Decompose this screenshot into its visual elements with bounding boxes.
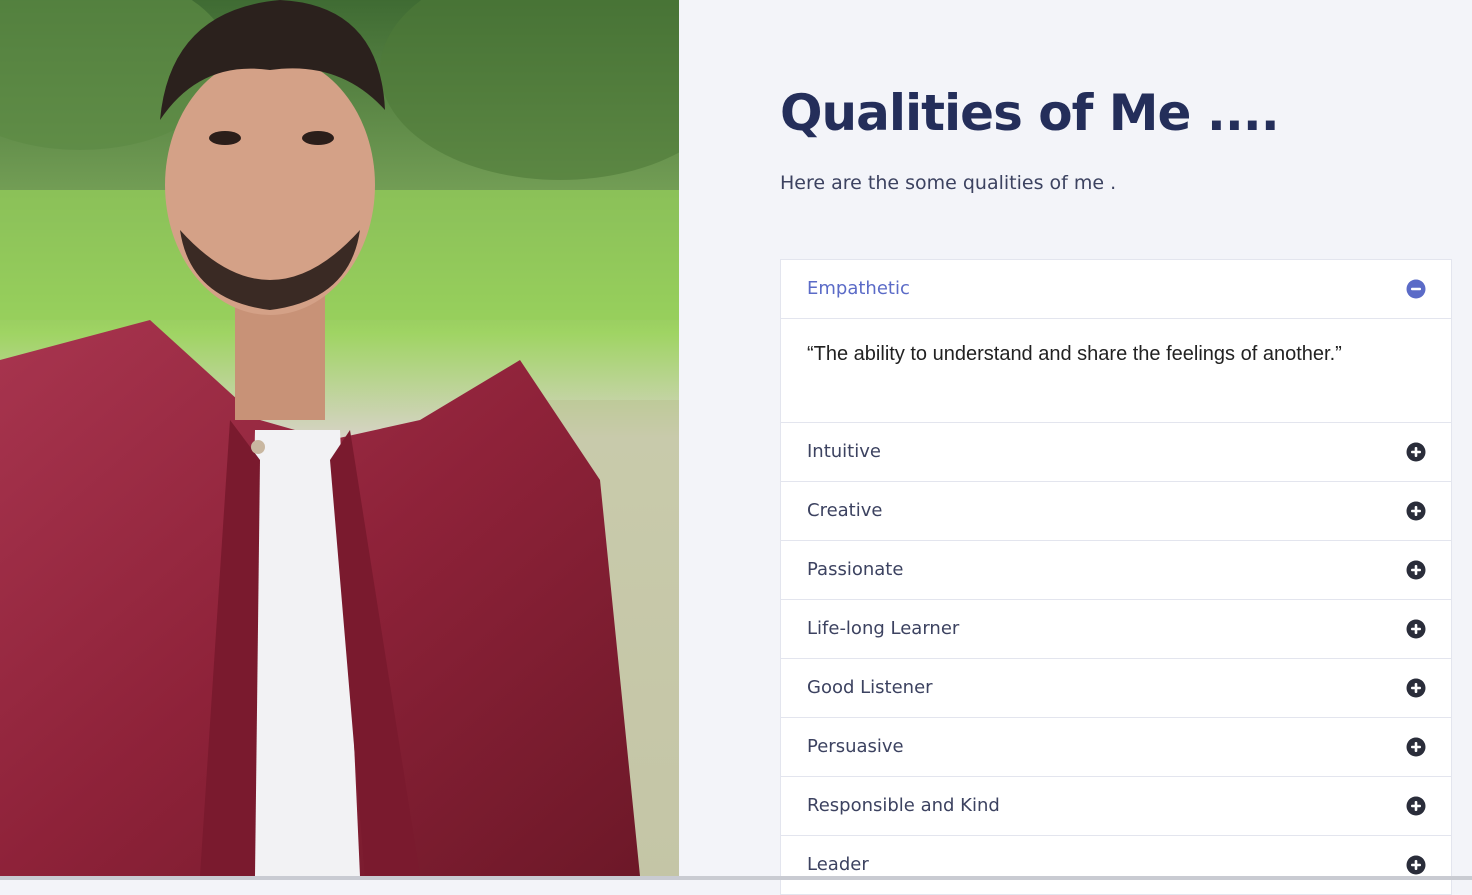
profile-photo	[0, 0, 679, 876]
accordion-header-empathetic[interactable]: Empathetic	[781, 260, 1451, 318]
accordion-item-good-listener: Good Listener	[780, 659, 1452, 718]
page-title: Qualities of Me ....	[780, 84, 1280, 142]
qualities-accordion: Empathetic “The ability to understand an…	[780, 259, 1452, 895]
accordion-label: Intuitive	[807, 441, 881, 462]
accordion-header-persuasive[interactable]: Persuasive	[781, 718, 1451, 776]
accordion-item-responsible-and-kind: Responsible and Kind	[780, 777, 1452, 836]
qualities-section: Qualities of Me .... Here are the some q…	[679, 0, 1472, 895]
accordion-item-passionate: Passionate	[780, 541, 1452, 600]
plus-circle-icon[interactable]	[1406, 442, 1426, 462]
accordion-header-intuitive[interactable]: Intuitive	[781, 423, 1451, 481]
section-subtitle: Here are the some qualities of me .	[780, 172, 1117, 194]
accordion-label: Empathetic	[807, 278, 910, 299]
quality-description: “The ability to understand and share the…	[807, 343, 1342, 365]
plus-circle-icon[interactable]	[1406, 678, 1426, 698]
accordion-header-leader[interactable]: Leader	[781, 836, 1451, 894]
accordion-label: Persuasive	[807, 736, 904, 757]
accordion-item-life-long-learner: Life-long Learner	[780, 600, 1452, 659]
plus-circle-icon[interactable]	[1406, 501, 1426, 521]
plus-circle-icon[interactable]	[1406, 796, 1426, 816]
accordion-header-passionate[interactable]: Passionate	[781, 541, 1451, 599]
plus-circle-icon[interactable]	[1406, 619, 1426, 639]
accordion-item-intuitive: Intuitive	[780, 423, 1452, 482]
accordion-item-empathetic: Empathetic “The ability to understand an…	[780, 260, 1452, 423]
accordion-label: Creative	[807, 500, 883, 521]
page-bottom-edge	[0, 876, 1472, 880]
accordion-body-empathetic: “The ability to understand and share the…	[781, 318, 1451, 422]
accordion-header-good-listener[interactable]: Good Listener	[781, 659, 1451, 717]
plus-circle-icon[interactable]	[1406, 737, 1426, 757]
accordion-header-life-long-learner[interactable]: Life-long Learner	[781, 600, 1451, 658]
accordion-header-responsible-and-kind[interactable]: Responsible and Kind	[781, 777, 1451, 835]
accordion-item-persuasive: Persuasive	[780, 718, 1452, 777]
accordion-label: Passionate	[807, 559, 904, 580]
plus-circle-icon[interactable]	[1406, 560, 1426, 580]
accordion-item-creative: Creative	[780, 482, 1452, 541]
accordion-header-creative[interactable]: Creative	[781, 482, 1451, 540]
accordion-label: Responsible and Kind	[807, 795, 1000, 816]
minus-circle-icon[interactable]	[1406, 279, 1426, 299]
accordion-label: Life-long Learner	[807, 618, 960, 639]
accordion-label: Good Listener	[807, 677, 933, 698]
plus-circle-icon[interactable]	[1406, 855, 1426, 875]
accordion-item-leader: Leader	[780, 836, 1452, 895]
accordion-label: Leader	[807, 854, 869, 875]
